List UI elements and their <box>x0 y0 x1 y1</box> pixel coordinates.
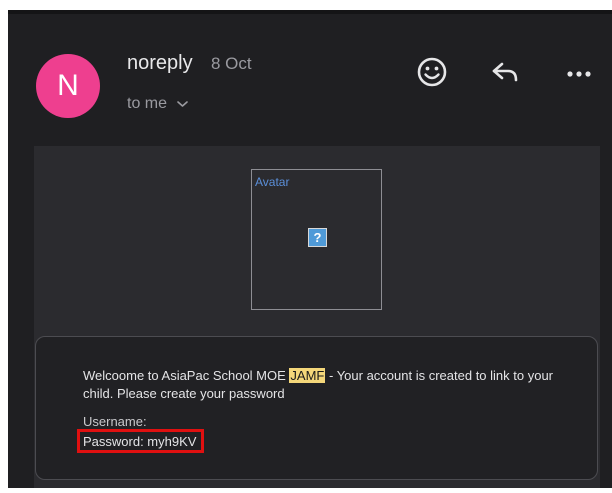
message-card: Welcoome to AsiaPac School MOE JAMF - Yo… <box>35 336 598 480</box>
message-part-1: Welcoome to AsiaPac School MOE <box>83 368 290 383</box>
sender-avatar[interactable]: N <box>36 54 100 118</box>
sender-name[interactable]: noreply <box>127 50 193 76</box>
smiley-icon <box>417 57 447 87</box>
reply-button[interactable] <box>486 54 526 94</box>
more-icon <box>567 71 591 77</box>
more-options-button[interactable] <box>559 54 599 94</box>
recipient-toggle[interactable]: to me <box>127 94 189 114</box>
broken-image-icon: ? <box>308 228 327 247</box>
reply-icon <box>492 62 518 82</box>
message-text: Welcoome to AsiaPac School MOE JAMF - Yo… <box>83 367 583 403</box>
highlighted-term: JAMF <box>289 368 326 383</box>
chevron-down-icon <box>177 100 189 107</box>
image-alt-text: Avatar <box>255 175 290 189</box>
email-view: N noreply 8 Oct to me Avatar ? Welcoome … <box>8 10 612 488</box>
recipient-label: to me <box>127 95 168 112</box>
emoji-reaction-button[interactable] <box>412 54 452 94</box>
password-line: Password: myh9KV <box>83 434 197 449</box>
email-date: 8 Oct <box>211 54 252 73</box>
broken-avatar-image: Avatar ? <box>251 169 382 310</box>
email-body: Avatar ? Welcoome to AsiaPac School MOE … <box>34 146 600 488</box>
